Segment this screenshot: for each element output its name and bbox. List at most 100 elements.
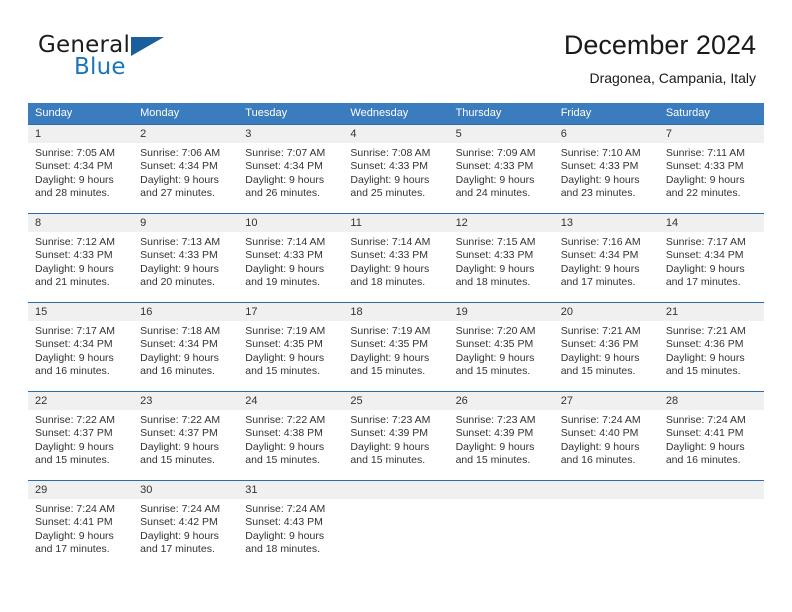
day-details: Sunrise: 7:24 AM Sunset: 4:41 PM Dayligh… (659, 410, 764, 468)
day-number: 5 (448, 125, 554, 143)
sunrise-text: Sunrise: 7:08 AM (350, 147, 431, 159)
day-details: Sunrise: 7:23 AM Sunset: 4:39 PM Dayligh… (449, 410, 554, 468)
daylight-text-line1: Daylight: 9 hours (455, 262, 535, 275)
sunrise-text: Sunrise: 7:05 AM (35, 147, 115, 159)
day-details: Sunrise: 7:06 AM Sunset: 4:34 PM Dayligh… (133, 143, 238, 201)
daylight-text-line1: Daylight: 9 hours (35, 440, 114, 453)
day-details: Sunrise: 7:24 AM Sunset: 4:43 PM Dayligh… (238, 499, 343, 557)
day-cell[interactable]: 6 Sunrise: 7:10 AM Sunset: 4:33 PM Dayli… (553, 125, 659, 213)
daylight-text-line1: Daylight: 9 hours (35, 173, 114, 186)
day-cell[interactable]: 17 Sunrise: 7:19 AM Sunset: 4:35 PM Dayl… (238, 303, 344, 391)
sunrise-text: Sunrise: 7:13 AM (140, 236, 221, 248)
sunrise-text: Sunrise: 7:18 AM (140, 325, 221, 337)
daylight-text-line2: and 26 minutes. (245, 187, 320, 200)
sunset-text: Sunset: 4:37 PM (35, 427, 113, 440)
day-cell-empty (448, 481, 554, 569)
triangle-logo-icon (131, 37, 164, 56)
page-title: December 2024 (563, 30, 756, 60)
day-details: Sunrise: 7:21 AM Sunset: 4:36 PM Dayligh… (659, 321, 764, 379)
sunrise-text: Sunrise: 7:20 AM (455, 325, 536, 337)
weekday-header-saturday: Saturday (665, 107, 710, 119)
day-cell[interactable]: 13 Sunrise: 7:16 AM Sunset: 4:34 PM Dayl… (553, 214, 659, 302)
daylight-text-line1: Daylight: 9 hours (140, 440, 219, 453)
daylight-text-line2: and 15 minutes. (35, 454, 110, 467)
day-cell-empty (343, 481, 449, 569)
day-cell[interactable]: 23 Sunrise: 7:22 AM Sunset: 4:37 PM Dayl… (133, 392, 239, 480)
day-cell[interactable]: 18 Sunrise: 7:19 AM Sunset: 4:35 PM Dayl… (343, 303, 449, 391)
day-cell-empty (658, 481, 764, 569)
daylight-text-line2: and 15 minutes. (350, 365, 426, 378)
sunrise-text: Sunrise: 7:14 AM (350, 236, 431, 248)
day-cell[interactable]: 27 Sunrise: 7:24 AM Sunset: 4:40 PM Dayl… (553, 392, 659, 480)
day-details: Sunrise: 7:21 AM Sunset: 4:36 PM Dayligh… (554, 321, 659, 379)
day-details: Sunrise: 7:19 AM Sunset: 4:35 PM Dayligh… (238, 321, 343, 379)
day-cell[interactable]: 7 Sunrise: 7:11 AM Sunset: 4:33 PM Dayli… (658, 125, 764, 213)
sunset-text: Sunset: 4:36 PM (665, 338, 744, 351)
daylight-text-line2: and 16 minutes. (560, 454, 636, 467)
day-cell[interactable]: 16 Sunrise: 7:18 AM Sunset: 4:34 PM Dayl… (133, 303, 239, 391)
brand-name-blue: Blue (74, 54, 126, 80)
daylight-text-line2: and 15 minutes. (455, 454, 531, 467)
sunset-text: Sunset: 4:34 PM (140, 160, 218, 173)
daylight-text-line1: Daylight: 9 hours (455, 440, 535, 453)
day-cell[interactable]: 2 Sunrise: 7:06 AM Sunset: 4:34 PM Dayli… (133, 125, 239, 213)
day-cell[interactable]: 28 Sunrise: 7:24 AM Sunset: 4:41 PM Dayl… (658, 392, 764, 480)
day-cell[interactable]: 31 Sunrise: 7:24 AM Sunset: 4:43 PM Dayl… (238, 481, 344, 569)
sunset-text: Sunset: 4:34 PM (665, 249, 744, 262)
day-cell[interactable]: 25 Sunrise: 7:23 AM Sunset: 4:39 PM Dayl… (343, 392, 449, 480)
day-cell[interactable]: 15 Sunrise: 7:17 AM Sunset: 4:34 PM Dayl… (28, 303, 134, 391)
daylight-text-line1: Daylight: 9 hours (350, 173, 430, 186)
daylight-text-line2: and 20 minutes. (140, 276, 215, 289)
daylight-text-line1: Daylight: 9 hours (560, 440, 640, 453)
daylight-text-line2: and 15 minutes. (140, 454, 215, 467)
day-cell[interactable]: 4 Sunrise: 7:08 AM Sunset: 4:33 PM Dayli… (343, 125, 449, 213)
sunrise-text: Sunrise: 7:22 AM (140, 414, 221, 426)
day-cell[interactable]: 24 Sunrise: 7:22 AM Sunset: 4:38 PM Dayl… (238, 392, 344, 480)
calendar-page: General Blue December 2024 Dragonea, Cam… (0, 0, 792, 612)
day-cell[interactable]: 22 Sunrise: 7:22 AM Sunset: 4:37 PM Dayl… (28, 392, 134, 480)
day-cell[interactable]: 26 Sunrise: 7:23 AM Sunset: 4:39 PM Dayl… (448, 392, 554, 480)
day-cell[interactable]: 3 Sunrise: 7:07 AM Sunset: 4:34 PM Dayli… (238, 125, 344, 213)
general-blue-logo[interactable]: General Blue (38, 32, 228, 90)
day-cell[interactable]: 30 Sunrise: 7:24 AM Sunset: 4:42 PM Dayl… (133, 481, 239, 569)
day-cell[interactable]: 8 Sunrise: 7:12 AM Sunset: 4:33 PM Dayli… (28, 214, 134, 302)
sunrise-text: Sunrise: 7:21 AM (665, 325, 746, 337)
day-cell[interactable]: 19 Sunrise: 7:20 AM Sunset: 4:35 PM Dayl… (448, 303, 554, 391)
day-cell[interactable]: 10 Sunrise: 7:14 AM Sunset: 4:33 PM Dayl… (238, 214, 344, 302)
day-details: Sunrise: 7:08 AM Sunset: 4:33 PM Dayligh… (343, 143, 448, 201)
sunset-text: Sunset: 4:42 PM (140, 516, 218, 529)
daylight-text-line2: and 15 minutes. (245, 365, 320, 378)
sunrise-text: Sunrise: 7:19 AM (245, 325, 326, 337)
daylight-text-line1: Daylight: 9 hours (665, 440, 745, 453)
day-cell[interactable]: 1 Sunrise: 7:05 AM Sunset: 4:34 PM Dayli… (28, 125, 134, 213)
day-cell[interactable]: 29 Sunrise: 7:24 AM Sunset: 4:41 PM Dayl… (28, 481, 134, 569)
day-cell[interactable]: 9 Sunrise: 7:13 AM Sunset: 4:33 PM Dayli… (133, 214, 239, 302)
day-number: 20 (553, 303, 659, 321)
day-cell[interactable]: 5 Sunrise: 7:09 AM Sunset: 4:33 PM Dayli… (448, 125, 554, 213)
daylight-text-line2: and 22 minutes. (665, 187, 741, 200)
daylight-text-line1: Daylight: 9 hours (560, 173, 640, 186)
day-cell[interactable]: 20 Sunrise: 7:21 AM Sunset: 4:36 PM Dayl… (553, 303, 659, 391)
day-details: Sunrise: 7:14 AM Sunset: 4:33 PM Dayligh… (343, 232, 448, 290)
daylight-text-line1: Daylight: 9 hours (350, 262, 430, 275)
day-number: 21 (658, 303, 764, 321)
day-cell[interactable]: 21 Sunrise: 7:21 AM Sunset: 4:36 PM Dayl… (658, 303, 764, 391)
sunset-text: Sunset: 4:43 PM (245, 516, 323, 529)
sunrise-text: Sunrise: 7:21 AM (560, 325, 641, 337)
sunset-text: Sunset: 4:35 PM (455, 338, 534, 351)
day-details: Sunrise: 7:07 AM Sunset: 4:34 PM Dayligh… (238, 143, 343, 201)
day-number (343, 481, 449, 499)
day-cell[interactable]: 11 Sunrise: 7:14 AM Sunset: 4:33 PM Dayl… (343, 214, 449, 302)
sunset-text: Sunset: 4:34 PM (35, 338, 113, 351)
daylight-text-line2: and 16 minutes. (35, 365, 110, 378)
day-number: 11 (343, 214, 449, 232)
day-cell[interactable]: 12 Sunrise: 7:15 AM Sunset: 4:33 PM Dayl… (448, 214, 554, 302)
day-number: 2 (133, 125, 239, 143)
day-number: 4 (343, 125, 449, 143)
sunrise-text: Sunrise: 7:23 AM (455, 414, 536, 426)
day-number: 1 (28, 125, 134, 143)
sunset-text: Sunset: 4:33 PM (140, 249, 218, 262)
day-cell[interactable]: 14 Sunrise: 7:17 AM Sunset: 4:34 PM Dayl… (658, 214, 764, 302)
sunrise-text: Sunrise: 7:24 AM (245, 503, 326, 515)
sunrise-text: Sunrise: 7:10 AM (560, 147, 641, 159)
